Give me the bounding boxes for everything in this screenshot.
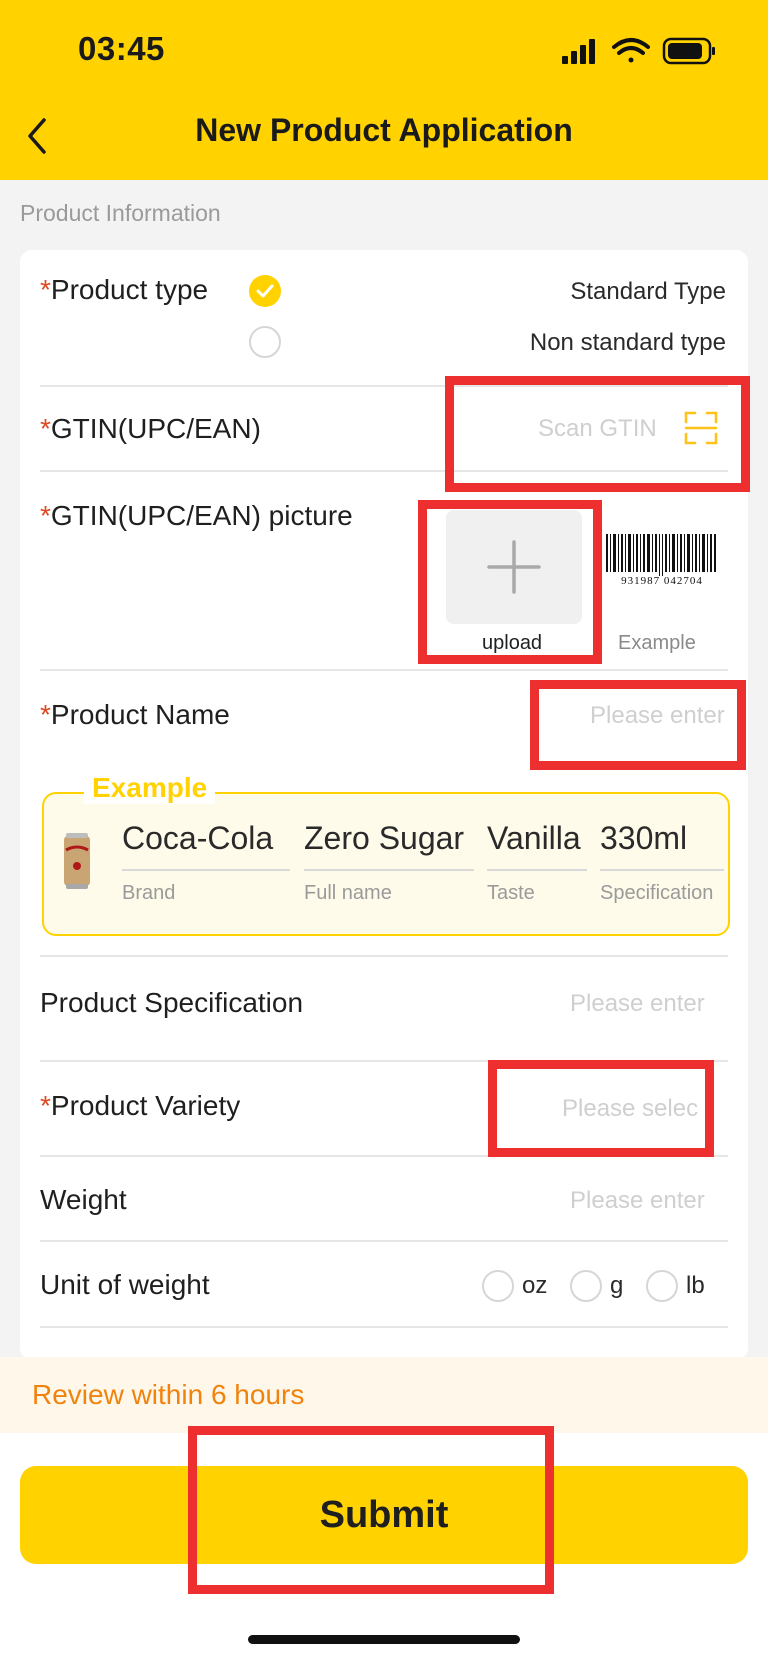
underline xyxy=(122,869,290,871)
product-specification-label: Product Specification xyxy=(40,987,304,1018)
product-type-label: *Product type xyxy=(40,274,209,305)
product-specification-input[interactable]: Please enter xyxy=(570,990,705,1018)
underline xyxy=(304,869,474,871)
gtin-picture-label: *GTIN(UPC/EAN) picture xyxy=(40,500,353,531)
check-icon xyxy=(256,284,274,298)
radio-oz[interactable] xyxy=(482,1270,514,1302)
example-specification: 330ml xyxy=(600,820,688,856)
battery-icon xyxy=(662,37,715,65)
radio-standard-selected[interactable] xyxy=(249,275,281,307)
example-full-name: Zero Sugar xyxy=(304,820,465,856)
unit-of-weight-label: Unit of weight xyxy=(40,1269,210,1300)
home-indicator xyxy=(248,1635,520,1644)
gtin-input[interactable]: Scan GTIN xyxy=(538,415,657,443)
signal-icon xyxy=(562,39,595,64)
example-brand-caption: Brand xyxy=(122,882,176,904)
example-taste-caption: Taste xyxy=(487,882,535,904)
example-card xyxy=(42,792,730,936)
option-standard-type[interactable]: Standard Type xyxy=(570,278,726,306)
divider xyxy=(40,669,728,671)
barcode-example-image: 931987 042704 xyxy=(606,534,716,587)
underline xyxy=(487,869,587,871)
divider xyxy=(40,1060,728,1062)
unit-option-oz[interactable]: oz xyxy=(482,1270,547,1302)
submit-button[interactable]: Submit xyxy=(20,1466,748,1564)
divider xyxy=(40,470,728,472)
example-brand: Coca-Cola xyxy=(122,820,274,856)
section-label: Product Information xyxy=(20,200,221,226)
review-notice: Review within 6 hours xyxy=(0,1357,768,1433)
divider xyxy=(40,385,728,387)
required-mark: * xyxy=(40,274,51,305)
status-time: 03:45 xyxy=(78,30,165,67)
page-title: New Product Application xyxy=(195,112,573,148)
wifi-icon xyxy=(612,38,650,63)
divider xyxy=(40,1240,728,1242)
example-title: Example xyxy=(84,772,216,804)
radio-g[interactable] xyxy=(570,1270,602,1302)
product-variety-label: *Product Variety xyxy=(40,1090,241,1121)
upload-picture-button[interactable] xyxy=(446,510,582,624)
example-specification-caption: Specification xyxy=(600,882,714,904)
divider xyxy=(40,1326,728,1328)
option-non-standard-type[interactable]: Non standard type xyxy=(530,329,726,357)
review-notice-text: Review within 6 hours xyxy=(32,1379,305,1410)
example-taste: Vanilla xyxy=(487,820,581,856)
header: 03:45 New Product Application xyxy=(0,0,768,180)
upload-caption: upload xyxy=(482,632,543,654)
divider xyxy=(40,1155,728,1157)
status-icons xyxy=(562,37,715,65)
soda-can-icon xyxy=(64,833,90,889)
radio-non-standard[interactable] xyxy=(249,326,281,358)
underline xyxy=(600,869,724,871)
weight-input[interactable]: Please enter xyxy=(570,1187,705,1215)
product-variety-select[interactable]: Please selec xyxy=(562,1095,698,1123)
app-screen: 03:45 New Product Application Product In… xyxy=(0,0,768,1654)
unit-option-g[interactable]: g xyxy=(570,1270,623,1302)
weight-label: Weight xyxy=(40,1184,127,1215)
barcode-digits: 931987 042704 xyxy=(621,575,703,587)
product-name-label: *Product Name xyxy=(40,699,230,730)
product-name-input[interactable]: Please enter xyxy=(590,702,725,730)
example-full-name-caption: Full name xyxy=(304,882,392,904)
divider xyxy=(40,955,728,957)
gtin-label: *GTIN(UPC/EAN) xyxy=(40,413,261,444)
scan-icon[interactable] xyxy=(684,411,718,445)
unit-option-lb[interactable]: lb xyxy=(646,1270,705,1302)
plus-icon xyxy=(487,540,541,594)
example-caption: Example xyxy=(618,632,696,654)
radio-lb[interactable] xyxy=(646,1270,678,1302)
